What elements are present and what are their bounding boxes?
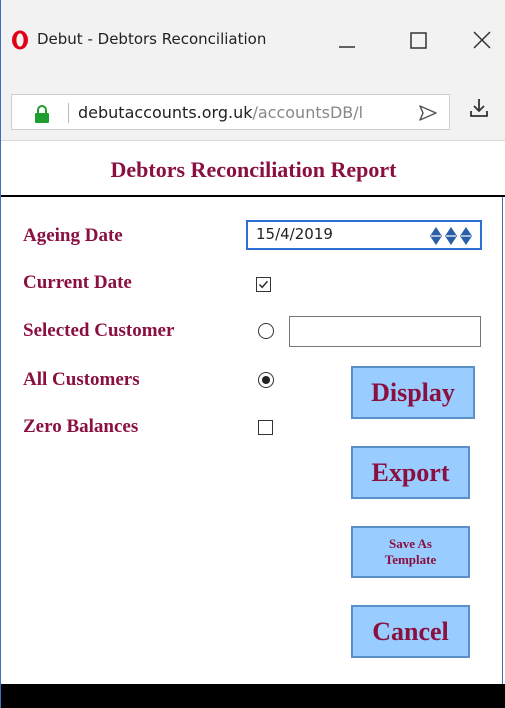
customer-input-field[interactable] (289, 316, 481, 347)
minimize-button[interactable] (326, 20, 366, 60)
close-icon (473, 31, 491, 49)
ageing-date-field[interactable] (246, 220, 482, 250)
all-customers-radio[interactable] (258, 372, 274, 388)
all-customers-label: All Customers (23, 369, 140, 390)
bottom-bar (1, 684, 505, 708)
checkmark-icon (258, 280, 269, 289)
url-text: debutaccounts.org.uk/accountsDB/l (78, 103, 396, 122)
report-header: Debtors Reconciliation Report (1, 141, 505, 197)
save-as-template-button[interactable]: Save As Template (351, 526, 470, 578)
address-bar: debutaccounts.org.uk/accountsDB/l (1, 78, 505, 141)
date-spinner-icon[interactable] (428, 226, 476, 246)
lock-icon (35, 105, 49, 123)
customer-input[interactable] (294, 322, 474, 338)
url-field[interactable]: debutaccounts.org.uk/accountsDB/l (11, 94, 450, 130)
current-date-checkbox[interactable] (256, 277, 271, 292)
url-path: /accountsDB/l (252, 103, 364, 122)
opera-logo-icon (11, 30, 29, 50)
window-title: Debut - Debtors Reconciliation (37, 30, 267, 48)
maximize-icon (410, 32, 427, 49)
send-icon[interactable] (417, 103, 439, 123)
export-button[interactable]: Export (351, 446, 470, 499)
display-button[interactable]: Display (351, 366, 475, 419)
selected-customer-label: Selected Customer (23, 320, 175, 341)
page-title: Debtors Reconciliation Report (110, 157, 397, 182)
minimize-icon (339, 46, 355, 48)
current-date-label: Current Date (23, 272, 132, 293)
radio-selected-dot (262, 376, 270, 384)
download-icon[interactable] (468, 96, 490, 120)
ageing-date-label: Ageing Date (23, 225, 123, 246)
selected-customer-radio[interactable] (258, 323, 274, 339)
browser-window: Debut - Debtors Reconciliation debutacco… (0, 0, 505, 708)
cancel-button[interactable]: Cancel (351, 605, 470, 658)
close-button[interactable] (462, 20, 502, 60)
maximize-button[interactable] (398, 20, 438, 60)
ageing-date-input[interactable] (256, 225, 416, 243)
zero-balances-label: Zero Balances (23, 416, 139, 437)
title-bar: Debut - Debtors Reconciliation (1, 0, 505, 78)
url-host: debutaccounts.org.uk (78, 103, 253, 122)
zero-balances-checkbox[interactable] (258, 420, 273, 435)
